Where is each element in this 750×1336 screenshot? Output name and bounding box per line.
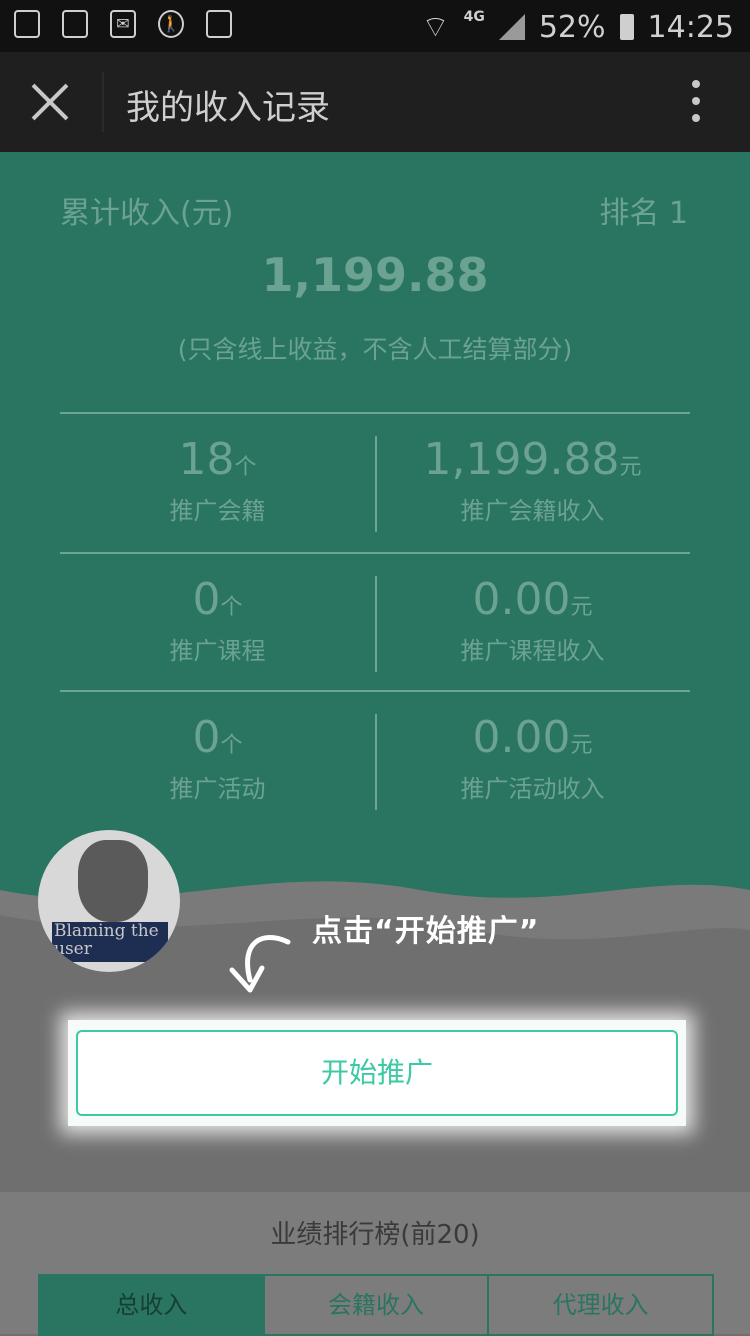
- guide-hint: 点击“开始推广”: [312, 914, 540, 949]
- close-icon[interactable]: [28, 80, 72, 124]
- tab-total-income[interactable]: 总收入: [40, 1276, 265, 1334]
- stat-activity-income: 0.00元 推广活动收入: [460, 712, 605, 803]
- notification-icons: ✉ 🚶: [14, 10, 232, 38]
- stat-membership-income: 1,199.88元 推广会籍收入: [423, 434, 642, 525]
- stat-activity-count: 0个 推广活动: [169, 712, 266, 803]
- mail-icon: ✉: [110, 10, 136, 38]
- nav-divider: [102, 72, 104, 132]
- page-title: 我的收入记录: [126, 88, 330, 128]
- total-income-amount: 1,199.88: [261, 248, 489, 302]
- avatar[interactable]: Blaming the user: [38, 830, 180, 972]
- stat-row-membership: 18个 推广会籍 1,199.88元 推广会籍收入: [60, 414, 690, 552]
- leaderboard: 业绩排行榜(前20) 总收入 会籍收入 代理收入: [0, 1192, 750, 1336]
- stat-course-count: 0个 推广课程: [169, 574, 266, 665]
- clock: 14:25: [647, 9, 734, 45]
- tab-agent-income[interactable]: 代理收入: [489, 1276, 712, 1334]
- network-type: 4G: [463, 9, 485, 25]
- wifi-icon: ⌔: [421, 10, 450, 45]
- battery-icon: [619, 14, 634, 40]
- rank-label: 排名 1: [599, 196, 688, 231]
- curved-arrow-icon: [229, 935, 291, 993]
- tab-membership-income[interactable]: 会籍收入: [265, 1276, 490, 1334]
- income-summary-panel: 累计收入(元) 排名 1 1,199.88 (只含线上收益，不含人工结算部分) …: [0, 152, 750, 912]
- status-bar: ✉ 🚶 ⌔ 4G 52% 14:25: [0, 0, 750, 52]
- copy-icon: [14, 10, 40, 38]
- more-menu-icon[interactable]: [692, 80, 702, 122]
- income-note: (只含线上收益，不含人工结算部分): [177, 335, 573, 364]
- start-promotion-button[interactable]: 开始推广: [76, 1030, 678, 1116]
- battery-percent: 52%: [538, 9, 606, 45]
- phone-clock-icon: [206, 10, 232, 38]
- cta-highlight: 开始推广: [68, 1020, 686, 1126]
- leaderboard-tabs: 总收入 会籍收入 代理收入: [38, 1274, 714, 1336]
- avatar-caption: Blaming the user: [52, 922, 168, 962]
- stat-row-course: 0个 推广课程 0.00元 推广课程收入: [60, 554, 690, 692]
- signal-icon: [498, 14, 525, 40]
- walk-icon: 🚶: [158, 10, 184, 38]
- system-indicators: ⌔ 4G 52% 14:25: [421, 8, 734, 46]
- nav-bar: 我的收入记录: [0, 52, 750, 152]
- stat-course-income: 0.00元 推广课程收入: [460, 574, 605, 665]
- stat-row-activity: 0个 推广活动 0.00元 推广活动收入: [60, 692, 690, 830]
- image-icon: [62, 10, 88, 38]
- cat-face-image: [78, 840, 148, 922]
- stat-membership-count: 18个 推广会籍: [169, 434, 266, 525]
- leaderboard-title: 业绩排行榜(前20): [270, 1220, 480, 1250]
- total-income-label: 累计收入(元): [60, 196, 234, 231]
